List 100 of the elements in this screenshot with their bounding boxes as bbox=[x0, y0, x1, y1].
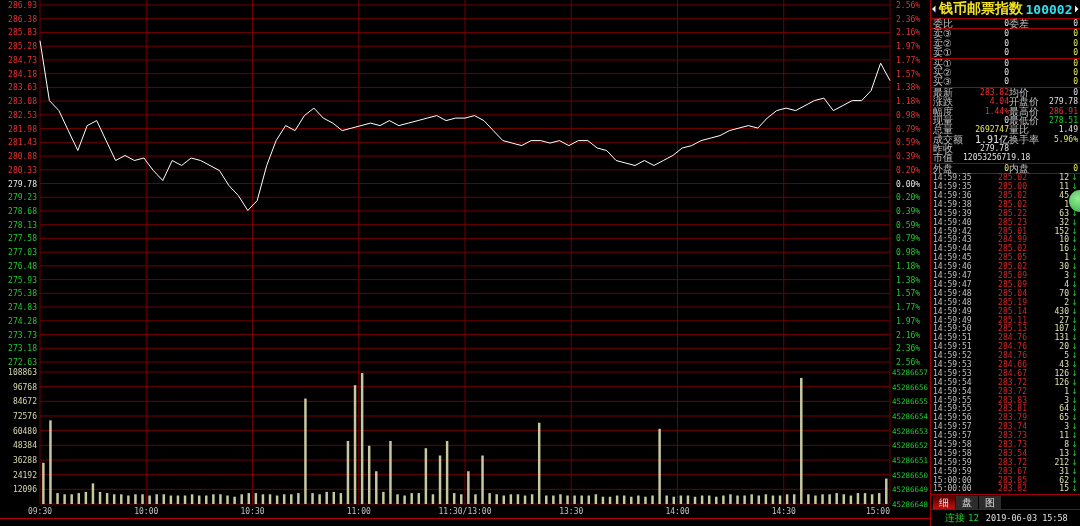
axis-label: 280.33 bbox=[8, 165, 37, 175]
tick-volume: 126 bbox=[1053, 369, 1069, 378]
volume-bar bbox=[452, 493, 456, 504]
axis-label: 281.43 bbox=[8, 138, 37, 148]
axis-label: 60480 bbox=[12, 426, 37, 436]
field-label: 成交额 bbox=[933, 134, 963, 145]
axis-label: 0.79% bbox=[896, 234, 921, 244]
tick-direction: ↓ bbox=[1070, 236, 1078, 245]
left-arrow-icon[interactable] bbox=[932, 4, 936, 14]
tick-price: 285.22 bbox=[997, 209, 1027, 218]
tick-time: 14:59:52 bbox=[933, 352, 973, 361]
tick-time: 14:59:36 bbox=[933, 192, 973, 201]
field-label: 内盘 bbox=[1009, 163, 1030, 174]
volume-bar bbox=[807, 494, 810, 504]
panel-tab[interactable]: 图 bbox=[979, 496, 1001, 510]
tick-time: 14:59:55 bbox=[933, 396, 973, 405]
tick-time: 14:59:58 bbox=[933, 440, 973, 449]
panel-tab[interactable]: 盘 bbox=[956, 496, 978, 510]
tick-volume: 62 bbox=[1058, 476, 1069, 485]
volume-bar bbox=[821, 494, 824, 504]
tick-price: 283.73 bbox=[997, 440, 1027, 449]
field-value: 279.78 bbox=[1048, 97, 1078, 107]
volume-bar bbox=[98, 491, 102, 504]
tick-time: 14:59:42 bbox=[933, 227, 973, 236]
tick-time: 14:59:59 bbox=[933, 458, 973, 467]
tick-time: 14:59:56 bbox=[933, 414, 973, 423]
tick-time: 14:59:47 bbox=[933, 272, 973, 281]
tick-price: 285.04 bbox=[997, 289, 1027, 298]
tick-direction: ↓ bbox=[1070, 254, 1078, 263]
volume-bar bbox=[502, 495, 505, 504]
volume-bar bbox=[814, 495, 817, 504]
volume-bar bbox=[877, 493, 881, 504]
tick-direction: ↓ bbox=[1070, 343, 1078, 352]
tick-time: 14:59:49 bbox=[933, 307, 973, 316]
tick-volume: 131 bbox=[1053, 334, 1069, 343]
field-label: 均价 bbox=[1009, 87, 1029, 98]
tick-volume: 1 bbox=[1064, 254, 1069, 263]
tick-volume: 126 bbox=[1053, 378, 1069, 387]
volume-bar bbox=[318, 494, 321, 504]
tick-volume: 152 bbox=[1053, 227, 1069, 236]
field-label: 最新 bbox=[933, 87, 954, 98]
volume-bar bbox=[835, 493, 838, 504]
tick-time: 14:59:47 bbox=[933, 280, 973, 289]
volume-bar bbox=[63, 494, 66, 504]
tick-volume: 15 bbox=[1058, 485, 1069, 495]
tick-time: 14:59:51 bbox=[933, 334, 973, 343]
volume-bar bbox=[431, 494, 435, 504]
volume-bar bbox=[438, 455, 442, 504]
field-label: 市值 bbox=[933, 153, 954, 163]
volume-bar bbox=[665, 495, 668, 504]
field-value: 279.78 bbox=[980, 144, 1009, 154]
axis-label: 12096 bbox=[12, 485, 37, 495]
volume-bar bbox=[254, 493, 258, 504]
tick-price: 285.19 bbox=[997, 298, 1027, 307]
field-label: 换手率 bbox=[1009, 134, 1040, 145]
tick-direction: ↓ bbox=[1070, 396, 1078, 405]
field-value: 0 bbox=[1072, 29, 1078, 39]
tick-time: 14:59:48 bbox=[933, 289, 973, 298]
field-label: 外盘 bbox=[933, 163, 954, 174]
tick-time: 14:59:55 bbox=[933, 405, 973, 414]
panel-tab[interactable]: 细 bbox=[933, 496, 955, 510]
tick-time: 14:59:53 bbox=[933, 360, 973, 369]
field-value: 0 bbox=[1003, 48, 1009, 58]
volume-bar bbox=[84, 491, 88, 504]
axis-label: 286.38 bbox=[8, 14, 37, 24]
volume-bar bbox=[828, 494, 831, 504]
tick-direction: ↓ bbox=[1070, 183, 1078, 193]
axis-label: 0.39% bbox=[896, 206, 921, 216]
volume-bar bbox=[707, 495, 711, 504]
tick-volume: 5 bbox=[1064, 352, 1069, 361]
tick-volume: 32 bbox=[1058, 218, 1069, 227]
field-value: 0 bbox=[1072, 38, 1078, 48]
axis-label: 0.39% bbox=[896, 152, 921, 162]
field-value: 0 bbox=[1072, 163, 1078, 174]
axis-label: 0.20% bbox=[896, 193, 921, 203]
axis-label: 273.18 bbox=[8, 344, 37, 354]
volume-bar bbox=[715, 496, 718, 504]
volume-bar bbox=[382, 491, 385, 504]
field-label: 买① bbox=[933, 58, 953, 68]
axis-label: 0.59% bbox=[896, 220, 921, 230]
tick-volume: 20 bbox=[1058, 343, 1069, 352]
axis-label: 1.77% bbox=[896, 55, 921, 65]
volume-bar bbox=[268, 494, 272, 504]
time-label: 11:00 bbox=[346, 507, 371, 516]
volume-bar bbox=[764, 494, 768, 504]
volume-bar bbox=[169, 495, 173, 504]
volume-bar bbox=[601, 496, 605, 504]
field-value: 1.91亿 bbox=[973, 134, 1009, 145]
axis-label: 0.20% bbox=[896, 165, 921, 175]
tick-time: 14:59:35 bbox=[933, 183, 973, 192]
volume-bar bbox=[580, 495, 583, 504]
volume-bar bbox=[615, 495, 619, 504]
axis-label: 1.18% bbox=[896, 261, 921, 271]
axis-label: 2.36% bbox=[896, 344, 921, 354]
axis-label: 285.83 bbox=[8, 28, 37, 38]
volume-bar bbox=[509, 494, 513, 504]
connection-count: 12 bbox=[968, 513, 979, 524]
tick-volume: 11 bbox=[1058, 183, 1069, 192]
tick-price: 283.82 bbox=[997, 485, 1027, 495]
right-arrow-icon[interactable] bbox=[1075, 4, 1079, 14]
